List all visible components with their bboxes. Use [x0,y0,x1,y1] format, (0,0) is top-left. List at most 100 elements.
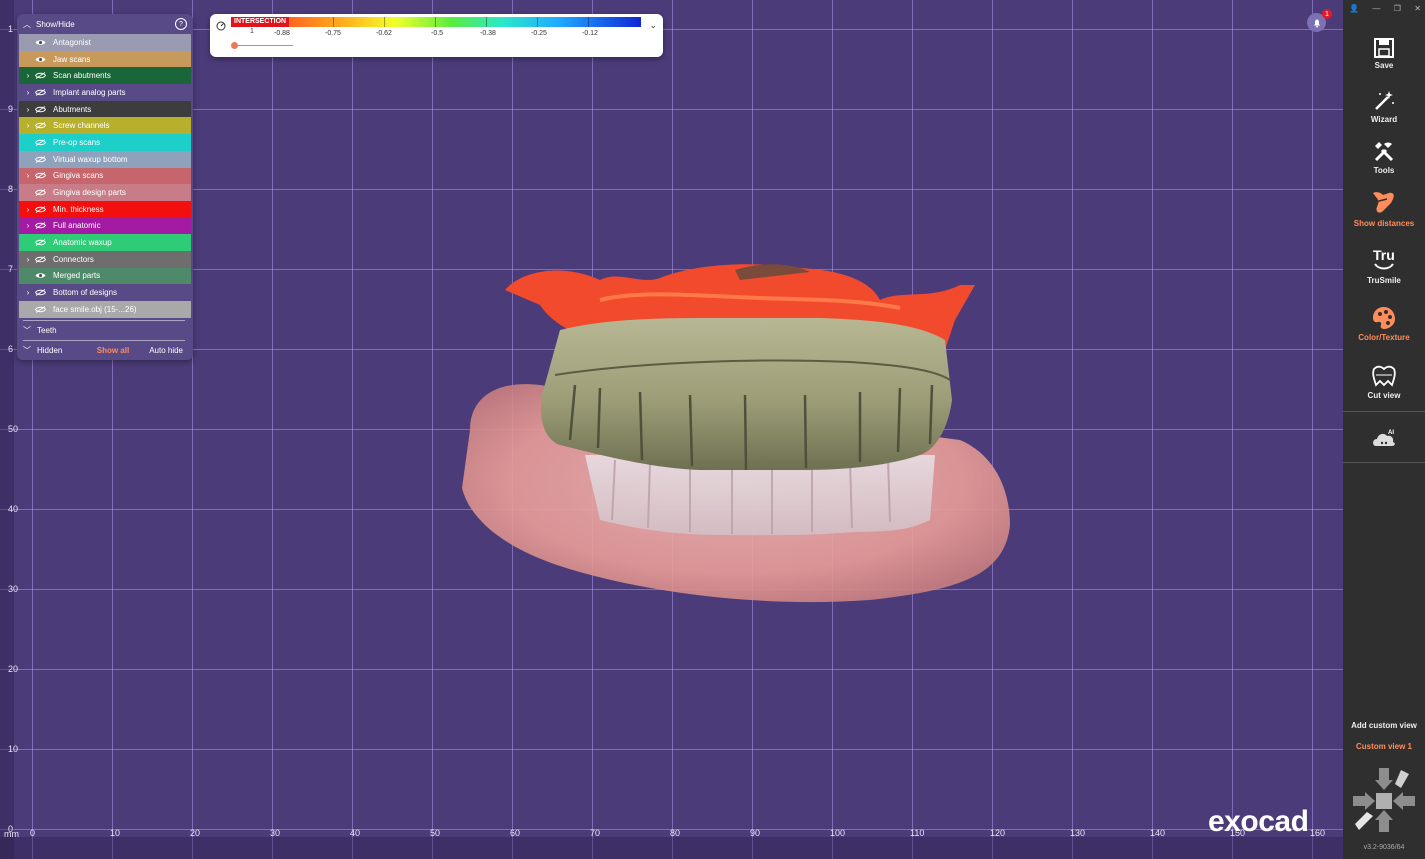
visibility-row-label: Virtual waxup bottom [53,154,128,164]
visibility-row[interactable]: › Abutments [19,100,191,118]
teeth-label: Teeth [37,325,57,335]
eye-off-icon[interactable] [33,139,47,146]
add-custom-view-button[interactable]: Add custom view [1343,721,1425,730]
3d-viewport[interactable]: 1 9 8 7 6 50 40 30 20 10 0 0 10 20 30 40 50 60 70 80 90 100 1… [0,0,1343,859]
eye-off-icon[interactable] [33,189,47,196]
visibility-row-label: Abutments [53,104,92,114]
colorbar-tick-label: -0.5 [431,30,444,37]
chevron-right-icon[interactable]: › [23,221,33,230]
visibility-row[interactable]: › Implant analog parts [19,84,191,101]
minimize-icon[interactable]: — [1372,4,1380,13]
view-navigation-cube[interactable] [1351,766,1417,834]
visibility-row[interactable]: Virtual waxup bottom [19,150,191,168]
chevron-right-icon[interactable]: › [23,121,33,130]
chevron-right-icon[interactable]: › [23,288,33,297]
trusmile-button[interactable]: Tru TruSmile [1343,246,1425,285]
show-all-link[interactable]: Show all [97,346,129,355]
eye-icon[interactable] [33,39,47,46]
eye-off-icon[interactable] [33,122,47,130]
chevron-down-icon[interactable]: ﹀ [23,325,31,336]
distance-icon [1373,192,1394,213]
cloud-ai-button[interactable]: AI [1343,426,1425,454]
eye-off-icon[interactable] [33,305,47,313]
visibility-row[interactable]: Antagonist [19,34,191,51]
visibility-row-label: Connectors [53,254,94,264]
save-button[interactable]: Save [1343,37,1425,70]
chevron-up-icon[interactable]: ︿ [23,19,31,30]
restore-icon[interactable]: ❐ [1394,4,1401,13]
chevron-right-icon[interactable]: › [23,205,33,214]
visibility-row[interactable]: Merged parts [19,267,191,285]
show-distances-button[interactable]: Show distances [1343,189,1425,228]
tooth-cut-icon [1372,365,1396,387]
save-label: Save [1374,61,1394,70]
chevron-down-icon[interactable]: ﹀ [23,345,31,356]
eye-icon[interactable] [33,272,47,279]
colorbar-tick-label: -0.12 [582,30,598,37]
help-icon[interactable]: ? [175,18,187,30]
eye-icon[interactable] [33,56,47,63]
custom-view-1-button[interactable]: Custom view 1 [1343,742,1425,751]
eye-off-icon[interactable] [33,72,47,80]
chevron-right-icon[interactable]: › [23,71,33,80]
visibility-row[interactable]: Gingiva design parts [19,184,191,201]
visibility-row[interactable]: › Screw channels [19,117,191,135]
visibility-row[interactable]: Pre-op scans [19,134,191,151]
visibility-row-label: Min. thickness [53,204,104,214]
window-controls: 👤 — ❐ ✕ [1349,4,1421,13]
visibility-row-label: Scan abutments [53,71,111,81]
visibility-row-label: Jaw scans [53,54,91,64]
user-icon[interactable]: 👤 [1349,4,1359,13]
trusmile-icon: Tru [1373,247,1395,270]
visibility-row[interactable]: Anatomic waxup [19,234,191,251]
chevron-right-icon[interactable]: › [23,105,33,114]
visibility-row[interactable]: face smile.obj (15-...26) [19,301,191,318]
palette-icon [1373,307,1395,329]
dental-model-render[interactable] [0,0,1343,859]
close-icon[interactable]: ✕ [1414,4,1421,13]
visibility-row[interactable]: › Full anatomic [19,217,191,235]
auto-hide-link[interactable]: Auto hide [149,346,183,355]
version-label: v3.2-9036/64 [1363,844,1405,851]
visibility-row[interactable]: › Bottom of designs [19,284,191,301]
eye-off-icon[interactable] [33,289,47,297]
colorbar-segment-divider [537,17,538,27]
cut-view-button[interactable]: Cut view [1343,363,1425,400]
colorbar-segment-divider [588,17,589,27]
chevron-right-icon[interactable]: › [23,171,33,180]
visibility-row[interactable]: › Connectors [19,250,191,268]
eye-off-icon[interactable] [33,255,47,263]
visibility-row[interactable]: Jaw scans [19,50,191,68]
color-texture-label: Color/Texture [1358,333,1410,342]
right-toolbar: 👤 — ❐ ✕ Save Wizard Tools Show distances… [1343,0,1425,859]
eye-off-icon[interactable] [33,89,47,96]
visibility-row-label: Implant analog parts [53,87,126,97]
threshold-slider-thumb[interactable] [231,42,238,49]
chevron-right-icon[interactable]: › [23,88,33,97]
color-texture-button[interactable]: Color/Texture [1343,305,1425,342]
tools-button[interactable]: Tools [1343,140,1425,175]
eye-off-icon[interactable] [33,239,47,246]
eye-off-icon[interactable] [33,172,47,180]
visibility-row[interactable]: › Scan abutments [19,67,191,85]
visibility-row-label: Gingiva design parts [53,188,126,198]
exocad-logo: exocad [1208,805,1309,838]
gauge-icon[interactable] [216,21,226,31]
chevron-right-icon[interactable]: › [23,255,33,264]
colorbar-tick-label: -0.62 [376,30,392,37]
hidden-group[interactable]: ﹀ Hidden Show all Auto hide [17,340,193,360]
visibility-list: Antagonist Jaw scans › Scan abutments › Impla… [19,34,191,318]
wand-icon [1375,91,1394,110]
threshold-slider-track[interactable] [235,45,293,46]
teeth-group[interactable]: ﹀ Teeth [17,320,193,340]
visibility-row[interactable]: › Gingiva scans [19,167,191,185]
eye-off-icon[interactable] [33,222,47,230]
eye-off-icon[interactable] [33,105,47,113]
eye-off-icon[interactable] [33,155,47,163]
chevron-down-icon[interactable]: ⌄ [649,20,657,31]
visibility-row[interactable]: › Min. thickness [19,200,191,218]
wizard-button[interactable]: Wizard [1343,89,1425,124]
tools-icon [1374,142,1394,162]
eye-off-icon[interactable] [33,205,47,213]
show-hide-header[interactable]: ︿ Show/Hide ? [17,14,193,34]
